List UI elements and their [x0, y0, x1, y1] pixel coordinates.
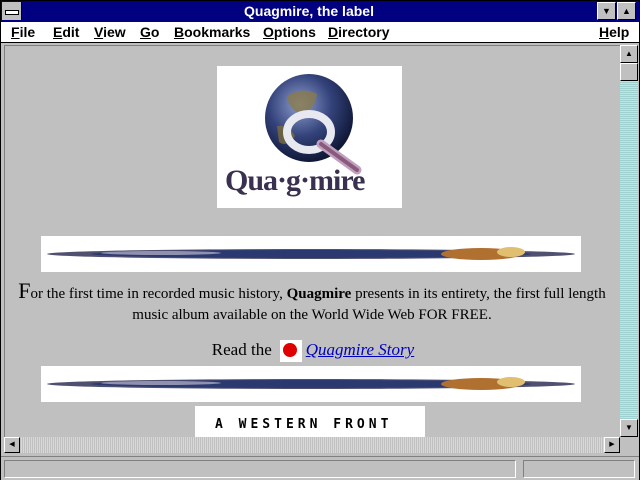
- menu-file[interactable]: File: [11, 24, 35, 40]
- status-text-box: [4, 460, 516, 478]
- arrow-left-icon: ◀: [9, 441, 15, 448]
- menu-edit[interactable]: Edit: [53, 24, 79, 40]
- minimize-icon: ▼: [602, 6, 611, 16]
- read-prefix: Read the: [211, 340, 272, 359]
- status-bar: [1, 456, 639, 480]
- western-front-banner[interactable]: A WESTERN FRONT: [195, 406, 425, 438]
- menu-help[interactable]: Help: [599, 24, 629, 40]
- menu-bar: File Edit View Go Bookmarks Options Dire…: [1, 22, 639, 43]
- divider-banner-2: [41, 366, 581, 402]
- vertical-scroll-thumb[interactable]: [620, 63, 638, 81]
- vertical-scroll-track[interactable]: [620, 81, 638, 421]
- page-viewport[interactable]: Qua·g·mire For the first time in recorde…: [4, 45, 621, 438]
- scroll-up-button[interactable]: ▲: [620, 45, 638, 63]
- intro-bold: Quagmire: [286, 286, 352, 302]
- menu-go[interactable]: Go: [140, 24, 159, 40]
- logo-wordmark: Qua·g·mire: [225, 164, 365, 197]
- minimize-button[interactable]: ▼: [597, 2, 616, 20]
- arrow-right-icon: ▶: [609, 441, 615, 448]
- quagmire-logo[interactable]: Qua·g·mire: [217, 66, 402, 208]
- menu-directory[interactable]: Directory: [328, 24, 389, 40]
- scroll-right-button[interactable]: ▶: [604, 437, 620, 453]
- quagmire-story-link[interactable]: Quagmire Story: [306, 340, 414, 359]
- browser-window: Quagmire, the label ▼ ▲ File Edit View G…: [0, 0, 640, 480]
- divider-banner: [41, 236, 581, 272]
- title-bar: Quagmire, the label ▼ ▲: [1, 1, 639, 22]
- maximize-icon: ▲: [622, 6, 631, 16]
- horizontal-scrollbar[interactable]: ◀ ▶: [4, 437, 620, 453]
- western-front-text: A WESTERN FRONT: [215, 417, 393, 432]
- progress-box: [523, 460, 635, 478]
- menu-options[interactable]: Options: [263, 24, 316, 40]
- q-logo-icon[interactable]: [279, 340, 302, 363]
- menu-view[interactable]: View: [94, 24, 126, 40]
- banner-graphic-2: [47, 377, 575, 390]
- scroll-left-button[interactable]: ◀: [4, 437, 20, 453]
- maximize-button[interactable]: ▲: [617, 2, 636, 20]
- banner-graphic: [47, 247, 575, 260]
- menu-bookmarks[interactable]: Bookmarks: [174, 24, 250, 40]
- window-title: Quagmire, the label: [244, 3, 374, 19]
- intro-paragraph: For the first time in recorded music his…: [17, 280, 607, 326]
- arrow-down-icon: ▼: [625, 423, 633, 432]
- horizontal-scroll-track[interactable]: [20, 437, 604, 453]
- scroll-down-button[interactable]: ▼: [620, 419, 638, 437]
- intro-dropcap: F: [18, 278, 31, 303]
- read-story-line: Read the Quagmire Story: [5, 340, 621, 363]
- vertical-scrollbar[interactable]: ▲ ▼: [620, 45, 638, 437]
- arrow-up-icon: ▲: [625, 49, 633, 58]
- system-menu-icon: [5, 10, 19, 15]
- system-menu-button[interactable]: [2, 2, 22, 20]
- intro-text-1: or the first time in recorded music hist…: [30, 286, 287, 302]
